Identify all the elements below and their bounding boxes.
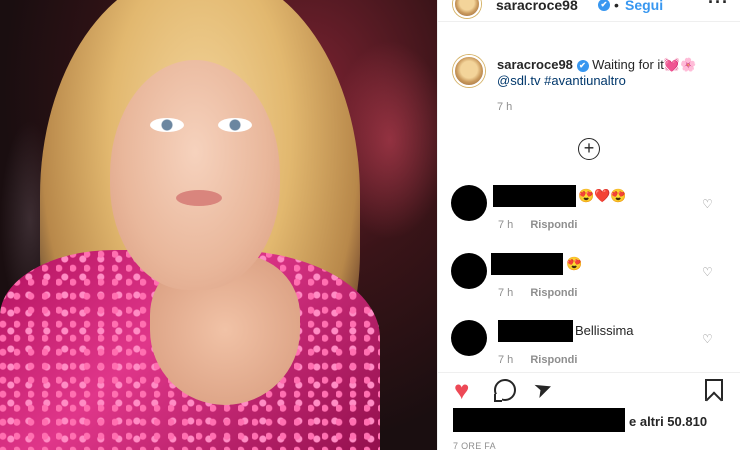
likes-summary: e altri 50.810	[438, 408, 740, 432]
share-icon[interactable]: ➤	[530, 374, 556, 404]
comment-avatar[interactable]	[451, 320, 487, 356]
caption-body: Waiting for it💓🌸	[592, 57, 697, 72]
comment-meta: 7 h Rispondi	[498, 354, 577, 366]
redacted-liker-names	[453, 408, 625, 432]
reply-button[interactable]: Rispondi	[530, 287, 577, 299]
hashtag-link[interactable]: #avantiunaltro	[544, 73, 626, 88]
reply-button[interactable]: Rispondi	[530, 354, 577, 366]
comment-text: 😍❤️😍	[578, 188, 627, 203]
photo-eye	[218, 118, 252, 132]
comment-meta: 7 h Rispondi	[498, 219, 577, 231]
post-actions: ♥ ➤	[438, 372, 740, 406]
header-avatar[interactable]	[453, 0, 481, 18]
redacted-username	[498, 320, 573, 342]
comment-icon[interactable]	[494, 379, 516, 402]
comment-time[interactable]: 7 h	[498, 287, 513, 299]
comment-item: 😍❤️😍 7 h Rispondi ♡	[438, 185, 740, 245]
caption-text: saracroce98 ✔ Waiting for it💓🌸 @sdl.tv #…	[497, 57, 727, 89]
caption-username[interactable]: saracroce98	[497, 57, 573, 72]
comment-item: Bellissima 7 h Rispondi ♡	[438, 320, 740, 380]
reply-button[interactable]: Rispondi	[530, 219, 577, 231]
load-more-comments-icon[interactable]: +	[578, 138, 600, 160]
more-options-icon[interactable]: ···	[708, 0, 729, 13]
header-username[interactable]: saracroce98	[496, 0, 578, 13]
redacted-username	[491, 253, 563, 275]
photo-lips	[176, 190, 222, 206]
comment-like-icon[interactable]: ♡	[702, 265, 713, 279]
comment-time[interactable]: 7 h	[498, 219, 513, 231]
mention-link[interactable]: @sdl.tv	[497, 73, 541, 88]
caption-time[interactable]: 7 h	[497, 101, 512, 113]
post-side-panel: saracroce98 ✔ • Segui ··· saracroce98 ✔ …	[437, 0, 740, 450]
comment-text: Bellissima	[575, 323, 634, 338]
redacted-username	[493, 185, 576, 207]
comment-avatar[interactable]	[451, 185, 487, 221]
bookmark-icon[interactable]	[705, 379, 723, 401]
verified-icon: ✔	[598, 0, 610, 11]
caption-avatar[interactable]	[453, 55, 485, 87]
post-header: saracroce98 ✔ • Segui ···	[438, 0, 740, 22]
comment-like-icon[interactable]: ♡	[702, 332, 713, 346]
comment-text: 😍	[566, 256, 583, 271]
post-date[interactable]: 7 ORE FA	[453, 441, 496, 450]
comment-meta: 7 h Rispondi	[498, 287, 577, 299]
post-photo	[0, 0, 437, 450]
photo-face	[110, 60, 280, 290]
verified-icon: ✔	[576, 60, 589, 72]
comment-like-icon[interactable]: ♡	[702, 197, 713, 211]
likes-count[interactable]: e altri 50.810	[629, 414, 707, 429]
like-heart-icon[interactable]: ♥	[454, 377, 469, 403]
follow-button[interactable]: Segui	[625, 0, 663, 13]
comment-item: 😍 7 h Rispondi ♡	[438, 253, 740, 313]
header-separator: •	[614, 0, 619, 13]
comment-time[interactable]: 7 h	[498, 354, 513, 366]
comment-avatar[interactable]	[451, 253, 487, 289]
photo-eye	[150, 118, 184, 132]
